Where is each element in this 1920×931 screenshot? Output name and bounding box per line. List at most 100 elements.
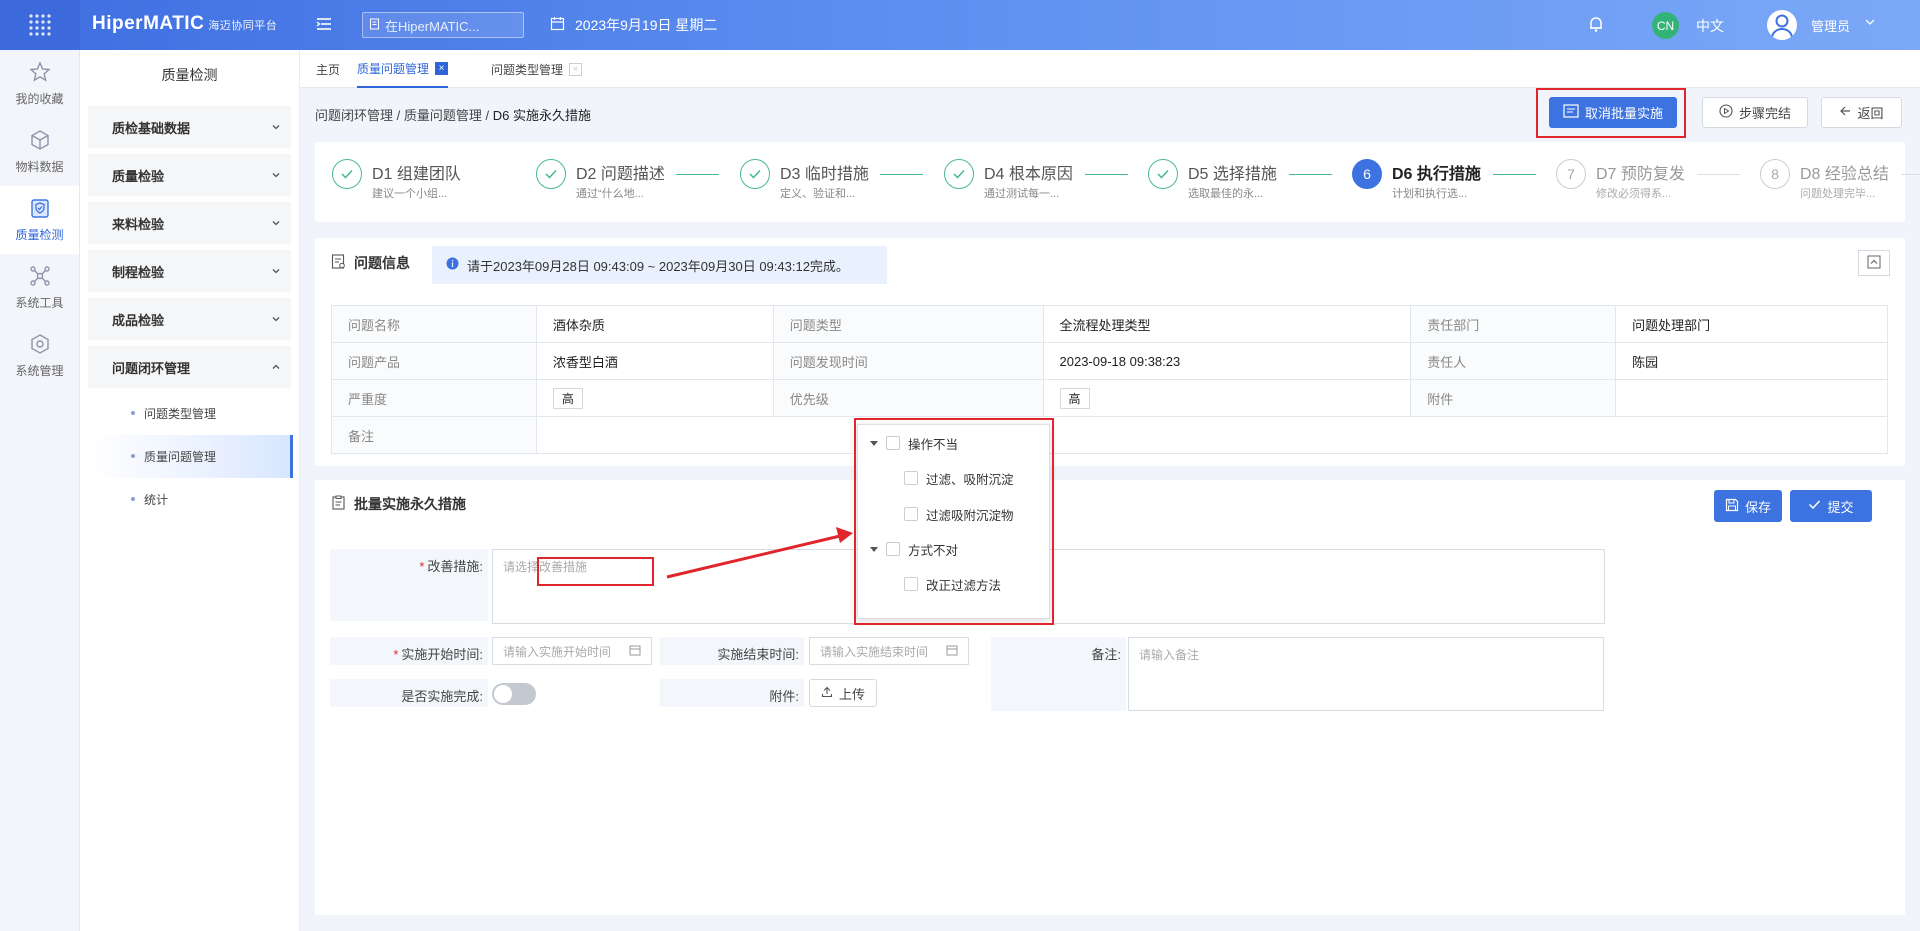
cell-label: 问题发现时间 [772,342,1044,380]
cell-value: 高 [535,379,774,417]
rail-item-tools[interactable]: 系统工具 [0,254,79,322]
menu-toggle-icon[interactable] [315,15,335,35]
app-grid-icon[interactable] [0,0,80,50]
table-row: 严重度 高 优先级 高 附件 [331,379,1888,417]
checkbox[interactable] [904,507,918,521]
user-name[interactable]: 管理员 [1811,16,1850,35]
brand-logo: HiperMATIC 海迈协同平台 [92,13,277,35]
sidebar-group-process[interactable]: 制程检验 [88,250,291,292]
sidebar-group-finished[interactable]: 成品检验 [88,298,291,340]
improve-placeholder: 请选择改善措施 [503,560,588,574]
user-avatar-icon[interactable] [1767,10,1797,40]
breadcrumb-item[interactable]: 问题闭环管理 [315,108,393,123]
cell-label: 优先级 [772,379,1044,417]
network-icon [29,265,51,290]
start-placeholder: 请输入实施开始时间 [503,644,612,659]
remark-placeholder: 请输入备注 [1139,648,1200,662]
rail-item-materials[interactable]: 物料数据 [0,118,79,186]
step-desc: 修改必须得系... [1596,188,1672,200]
chevron-down-icon[interactable] [1864,15,1876,31]
cell-label: 责任人 [1410,342,1617,380]
improve-label-text: 改善措施: [427,559,483,574]
batch-header: 批量实施永久措施 [315,480,1905,528]
back-label: 返回 [1857,106,1884,121]
tab-issue-types[interactable]: 问题类型管理 × [491,50,583,88]
sidebar-group-label: 成品检验 [112,312,165,328]
sidebar-group-qc-base[interactable]: 质检基础数据 [88,106,291,148]
chevron-down-icon [271,168,281,183]
start-time-input[interactable]: 请输入实施开始时间 [492,637,652,665]
close-icon[interactable]: × [569,62,583,76]
checkbox[interactable] [886,436,900,450]
rail-item-quality[interactable]: 质量检测 [0,186,79,254]
save-button[interactable]: 保存 [1714,490,1782,522]
back-button[interactable]: 返回 [1821,97,1902,128]
tab-quality-issues[interactable]: 质量问题管理 × [357,50,449,88]
caret-down-icon[interactable] [870,440,878,446]
cell-label: 附件 [1410,379,1617,417]
improve-label: * 改善措施: [335,556,483,575]
breadcrumb-sep: / [485,108,490,123]
severity-tag: 高 [552,387,583,409]
checkbox[interactable] [904,577,918,591]
chevron-down-icon [271,120,281,135]
issue-info-header: 问题信息 请于2023年09月28日 09:43:09 ~ 2023年09月30… [315,238,1905,288]
step-done-button[interactable]: 步骤完结 [1702,97,1808,128]
checkbox[interactable] [886,542,900,556]
sidebar-group-closed-loop[interactable]: 问题闭环管理 [88,346,291,388]
tree-node-leaf[interactable]: 过滤、吸附沉淀 [904,463,1014,493]
checkbox[interactable] [904,471,918,485]
cell-label: 问题类型 [772,305,1044,343]
close-icon[interactable]: × [435,61,449,75]
rail-item-favorites[interactable]: 我的收藏 [0,50,79,118]
document-icon [331,254,346,272]
deadline-notice-text: 请于2023年09月28日 09:43:09 ~ 2023年09月30日 09:… [467,258,849,274]
table-row: 问题名称 酒体杂质 问题类型 全流程处理类型 责任部门 问题处理部门 [331,305,1888,343]
play-circle-icon [1719,104,1733,121]
cell-value: 浓香型白酒 [535,342,774,380]
rail-label: 系统工具 [15,296,64,310]
completion-toggle[interactable] [492,683,536,705]
chevron-up-icon [271,360,281,375]
sidebar-item-statistics[interactable]: 统计 [88,478,293,521]
tree-node-group[interactable]: 方式不对 [870,534,958,564]
start-label-text: 实施开始时间: [401,647,483,662]
sidebar-item-label: 问题类型管理 [144,407,217,421]
sidebar-group-incoming[interactable]: 来料检验 [88,202,291,244]
tree-node-leaf[interactable]: 改正过滤方法 [904,569,1001,599]
tree-node-group[interactable]: 操作不当 [870,428,958,458]
check-icon [1808,498,1821,514]
upload-button[interactable]: 上传 [809,679,877,707]
tab-bar: 主页 质量问题管理 × 问题类型管理 × [300,50,1920,88]
submit-button[interactable]: 提交 [1790,490,1872,522]
required-mark: * [419,559,425,574]
language-badge[interactable]: CN [1652,12,1679,39]
remark-textarea[interactable]: 请输入备注 [1128,637,1604,711]
collapse-button[interactable] [1858,250,1890,276]
shield-icon [29,197,51,222]
step-number: 7 [1556,159,1586,189]
global-search-placeholder: 在HiperMATIC... [385,18,480,34]
language-switch[interactable]: 中文 [1696,16,1724,36]
step-desc: 通过“什么地... [576,188,644,200]
breadcrumb-item[interactable]: 质量问题管理 [404,108,482,123]
tab-home[interactable]: 主页 [316,50,340,88]
sidebar-item-quality-issues[interactable]: 质量问题管理 [88,435,293,478]
step-connector [1289,174,1332,175]
sidebar-group-quality-inspection[interactable]: 质量检验 [88,154,291,196]
bell-icon[interactable] [1587,15,1607,35]
global-search-input[interactable]: 在HiperMATIC... [362,12,524,38]
current-date-text: 2023年9月19日 星期二 [575,17,718,33]
step-desc: 问题处理完毕... [1800,188,1876,200]
save-label: 保存 [1744,499,1771,515]
tree-node-leaf[interactable]: 过滤吸附沉淀物 [904,499,1014,529]
batch-title: 批量实施永久措施 [354,496,466,512]
star-icon [28,61,51,86]
rail-item-system[interactable]: 系统管理 [0,322,79,390]
caret-down-icon[interactable] [870,546,878,552]
cancel-batch-button[interactable]: 取消批量实施 [1549,97,1677,128]
sidebar-item-issue-types[interactable]: 问题类型管理 [88,392,293,435]
table-row: 问题产品 浓香型白酒 问题发现时间 2023-09-18 09:38:23 责任… [331,342,1888,380]
end-time-input[interactable]: 请输入实施结束时间 [809,637,969,665]
table-row: 备注 [331,416,1889,454]
